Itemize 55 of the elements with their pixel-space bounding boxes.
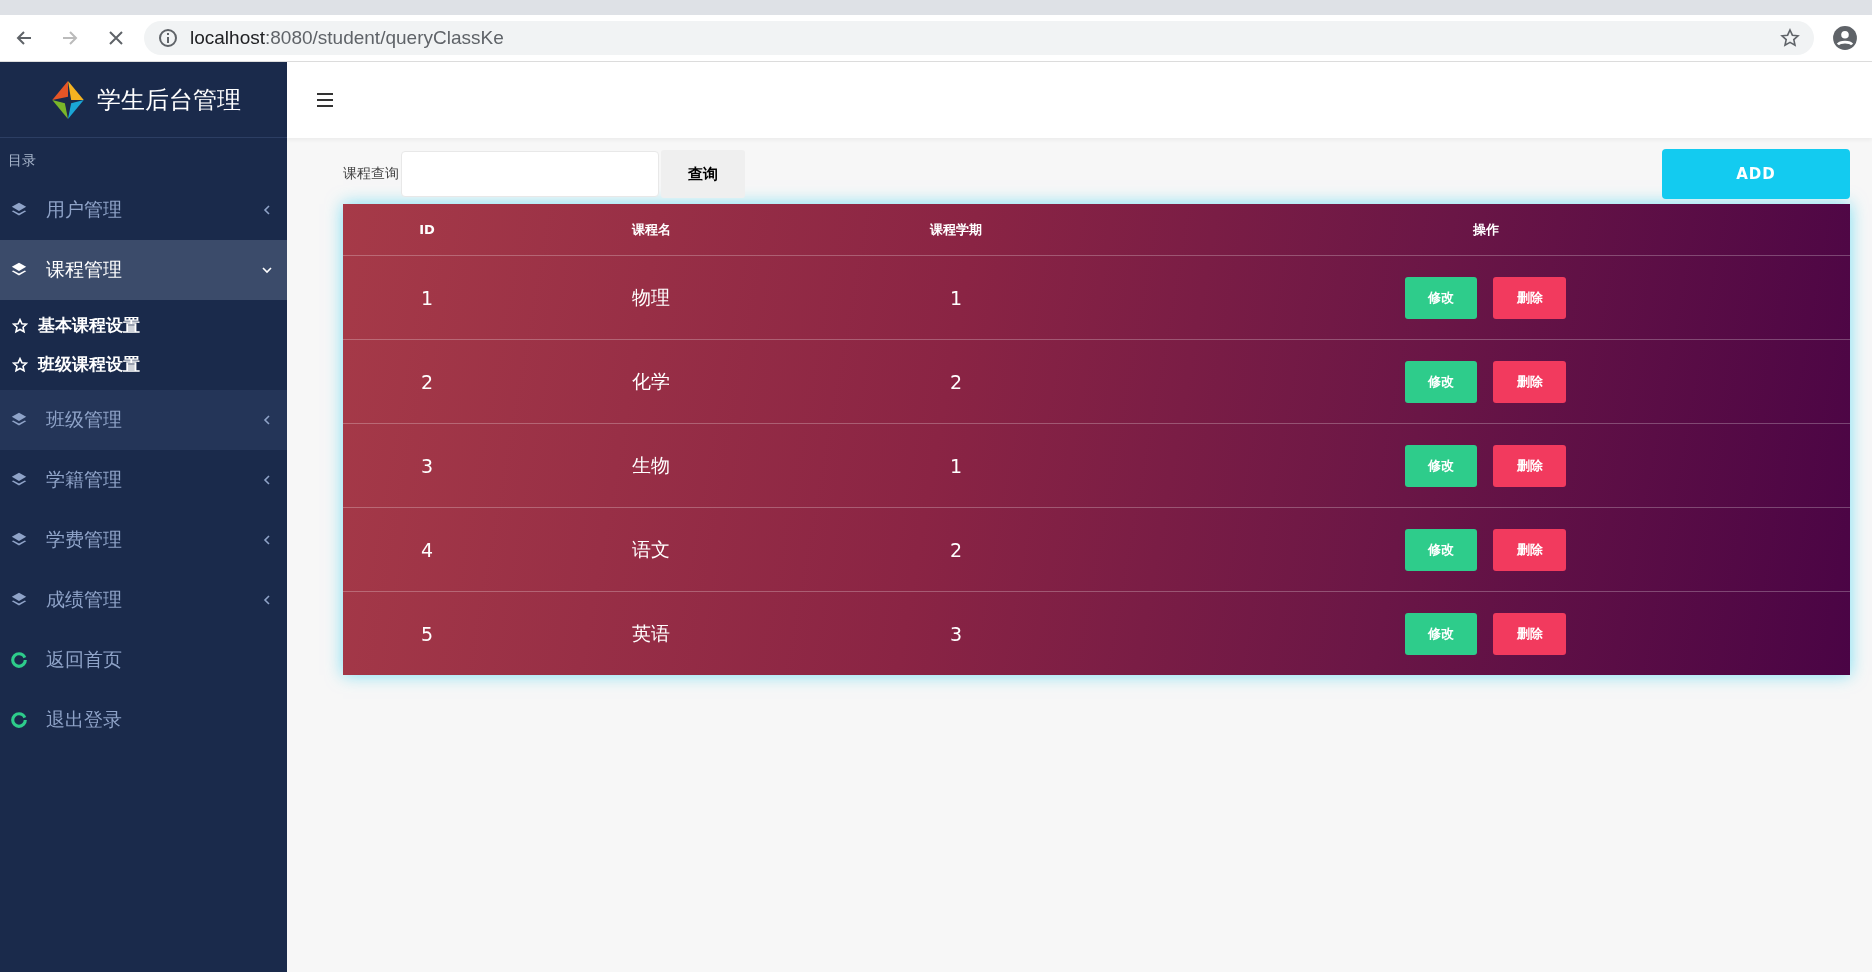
column-header: ID bbox=[418, 222, 436, 237]
table-cell: 2 bbox=[949, 370, 963, 393]
delete-button[interactable]: 删除 bbox=[1493, 276, 1566, 319]
menu-item[interactable]: 学籍管理 bbox=[0, 450, 287, 510]
menu-item[interactable]: 返回首页 bbox=[0, 630, 287, 690]
table-cell-text: 生物 bbox=[632, 452, 670, 478]
table-cell: 1 bbox=[949, 454, 963, 477]
menu-item[interactable]: 退出登录 bbox=[0, 690, 287, 750]
delete-button[interactable]: 删除 bbox=[1493, 360, 1566, 403]
delete-button[interactable]: 删除 bbox=[1493, 444, 1566, 487]
star-icon[interactable] bbox=[1780, 28, 1800, 48]
table-cell: 2 bbox=[420, 370, 434, 393]
chevron-left-icon bbox=[261, 534, 273, 546]
search-button[interactable]: 查询 bbox=[661, 150, 745, 198]
star-icon bbox=[12, 356, 28, 373]
table-cell-text: 物理 bbox=[632, 284, 670, 310]
profile-icon[interactable] bbox=[1832, 25, 1858, 51]
table-cell: 1 bbox=[949, 286, 963, 309]
ring-icon bbox=[10, 651, 28, 669]
table-cell: 1 bbox=[420, 286, 434, 309]
chevron-left-icon bbox=[261, 474, 273, 486]
ring-icon bbox=[10, 711, 28, 729]
menu-item[interactable]: 班级管理 bbox=[0, 390, 287, 450]
menu-item[interactable]: 课程管理 bbox=[0, 240, 287, 300]
table-cell-text: 化学 bbox=[632, 368, 670, 394]
submenu-item[interactable]: 班级课程设置 bbox=[0, 345, 287, 384]
table-cell: 2 bbox=[949, 538, 963, 561]
delete-button[interactable]: 删除 bbox=[1493, 528, 1566, 571]
section-label: 目录 bbox=[7, 151, 37, 170]
table-cell: 3 bbox=[949, 622, 963, 645]
chevron-left-icon bbox=[261, 594, 273, 606]
info-icon bbox=[158, 28, 178, 48]
url-text: localhost:8080/student/queryClassKe bbox=[190, 27, 505, 49]
column-header: 操作 bbox=[1471, 220, 1500, 239]
table-cell: 4 bbox=[420, 538, 434, 561]
app-title: 学生后台管理 bbox=[96, 84, 241, 116]
table-cell: 5 bbox=[420, 622, 434, 645]
menu-item[interactable]: 用户管理 bbox=[0, 180, 287, 240]
column-header: 课程学期 bbox=[928, 220, 983, 239]
menu-item[interactable]: 学费管理 bbox=[0, 510, 287, 570]
menu-icon[interactable] bbox=[315, 90, 335, 110]
column-header: 课程名 bbox=[630, 220, 672, 239]
table-cell: 3 bbox=[420, 454, 434, 477]
star-icon bbox=[12, 317, 28, 334]
delete-button[interactable]: 删除 bbox=[1493, 612, 1566, 655]
address-bar[interactable]: localhost:8080/student/queryClassKe bbox=[144, 21, 1814, 55]
menu-item[interactable]: 成绩管理 bbox=[0, 570, 287, 630]
table-cell-text: 英语 bbox=[632, 620, 670, 646]
search-field[interactable] bbox=[401, 151, 659, 197]
chevron-left-icon bbox=[261, 204, 273, 216]
table-cell-text: 语文 bbox=[632, 536, 670, 562]
chevron-left-icon bbox=[261, 414, 273, 426]
chevron-down-icon bbox=[261, 264, 273, 276]
search-label: 课程查询 bbox=[343, 165, 399, 183]
submenu-item[interactable]: 基本课程设置 bbox=[0, 306, 287, 345]
